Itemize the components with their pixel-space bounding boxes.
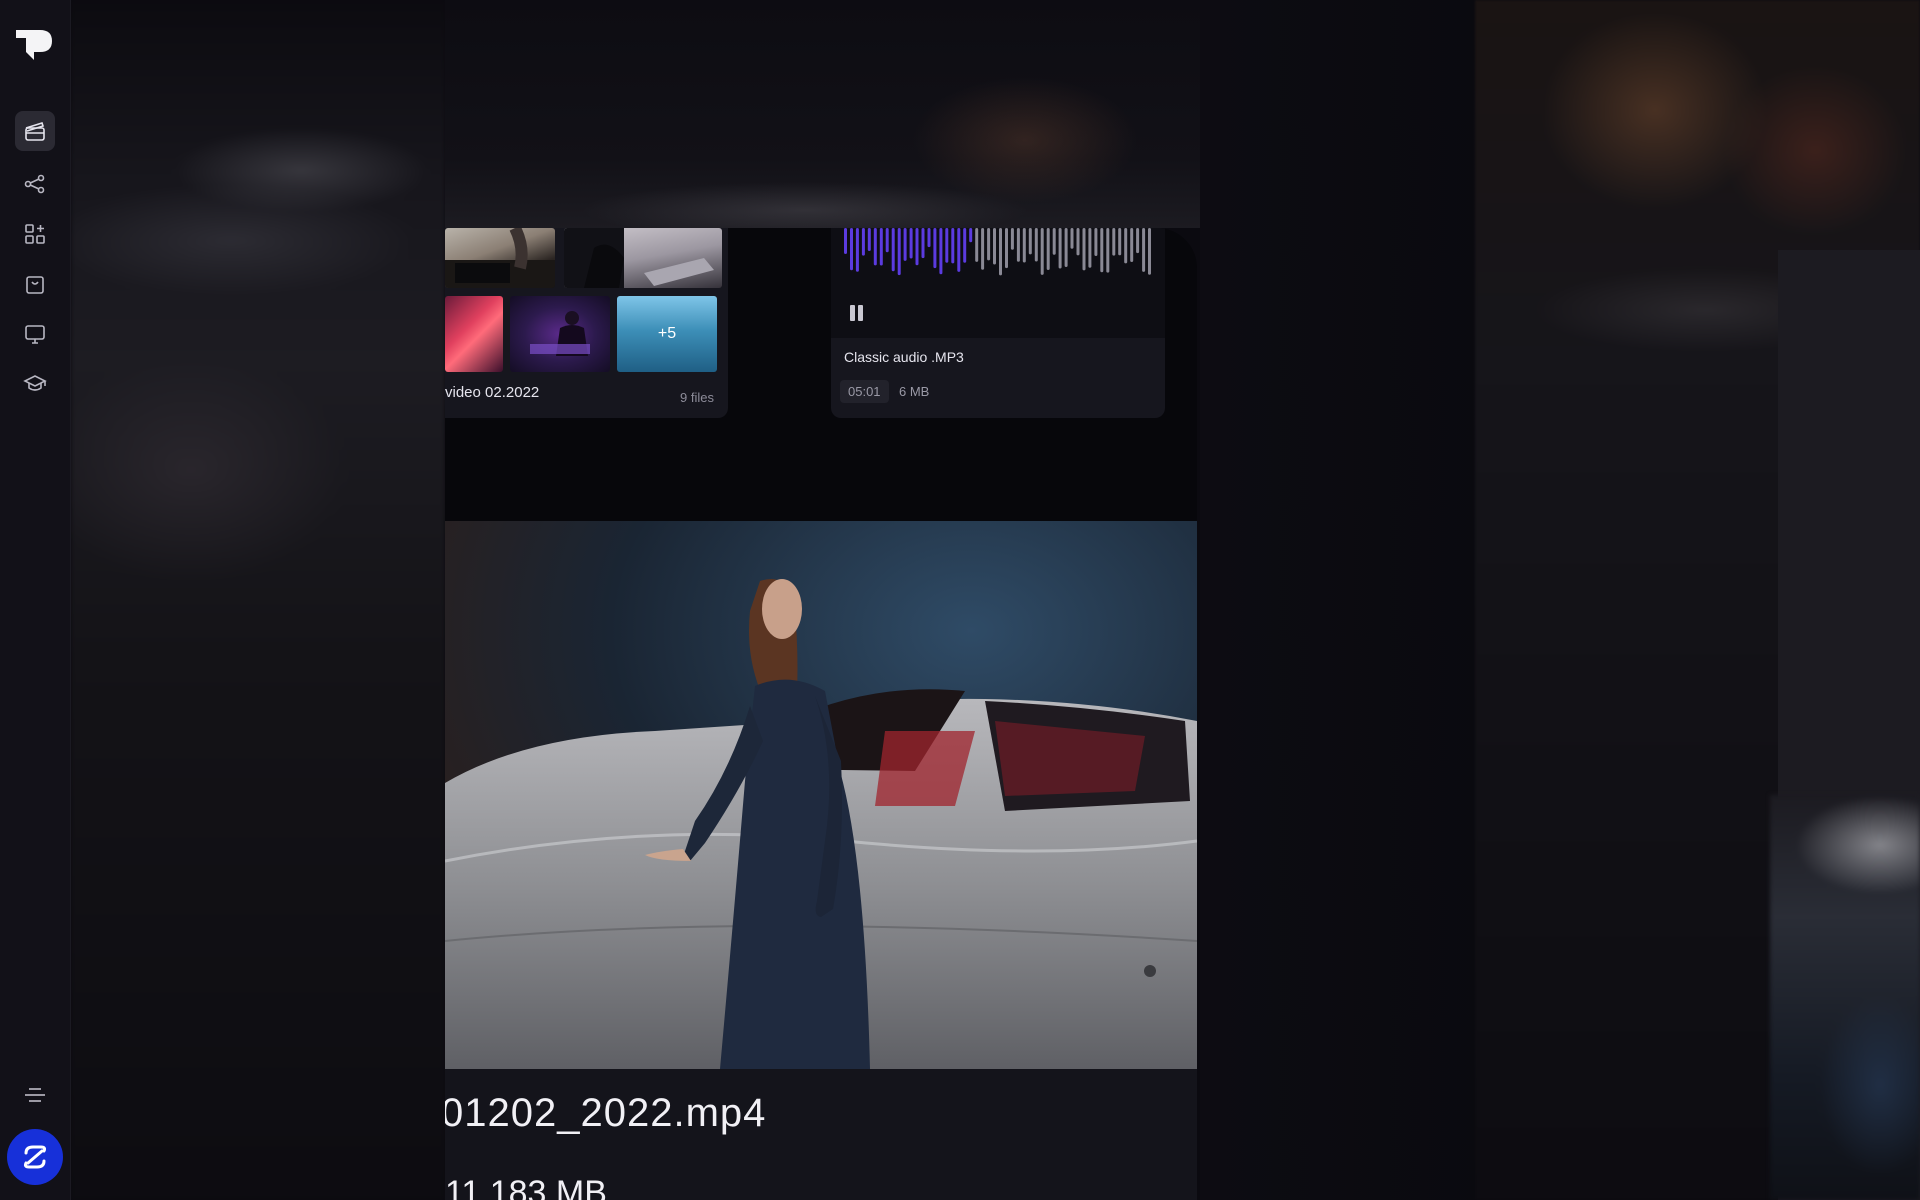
pause-button[interactable] (847, 303, 867, 323)
folder-card[interactable]: +5 video 02.2022 9 files (445, 228, 728, 418)
waveform-bar (844, 228, 847, 254)
waveform-bar (1058, 228, 1062, 269)
nav-item-display[interactable] (15, 314, 55, 354)
waveform-bar (999, 228, 1002, 276)
background-blur-top (445, 0, 1255, 228)
monitor-icon (25, 325, 45, 344)
waveform-bar (987, 228, 991, 261)
video-preview[interactable] (445, 521, 1197, 1069)
audio-card[interactable]: Classic audio .MP3 05:01 6 MB (831, 228, 1165, 418)
waveform-bar (897, 228, 901, 276)
waveform-bar (1010, 228, 1014, 250)
menu-lines-icon (25, 1088, 45, 1102)
waveform-bar (1124, 228, 1128, 264)
waveform-bar (1076, 228, 1080, 256)
waveform-bar (850, 228, 853, 271)
waveform-bar (867, 228, 871, 251)
video-info-panel: 01202_2022.mp4 11 183 MB (445, 1069, 1197, 1200)
waveform-bar (1118, 228, 1122, 256)
waveform-bar (939, 228, 943, 275)
waveform-bar (855, 228, 859, 272)
waveform-bar (1034, 228, 1038, 262)
waveform-bar (1016, 228, 1020, 262)
waveform-bar (963, 228, 967, 263)
waveform-bar (945, 228, 949, 263)
waveform-bar (1094, 228, 1098, 256)
waveform-bar (1130, 228, 1134, 262)
nav-item-shop[interactable] (15, 264, 55, 304)
audio-file-name: Classic audio .MP3 (844, 349, 964, 365)
waveform-bar (933, 228, 937, 269)
folder-thumbnail (445, 228, 555, 288)
waveform-bar (903, 228, 907, 261)
more-files-badge[interactable]: +5 (617, 296, 717, 372)
waveform-bar (879, 228, 883, 266)
folder-file-count: 9 files (680, 390, 714, 405)
waveform-bar (1148, 228, 1151, 275)
user-avatar-button[interactable] (7, 1129, 63, 1185)
sidebar (0, 0, 71, 1200)
waveform-bar (873, 228, 877, 266)
audio-size: 6 MB (899, 384, 930, 399)
waveform-bar (951, 228, 955, 264)
waveform-bar (1112, 228, 1116, 256)
waveform-bar (915, 228, 919, 266)
waveform-bar (1046, 228, 1050, 270)
graduation-cap-icon (23, 375, 47, 391)
audio-waveform (844, 228, 1151, 276)
nav-item-widgets[interactable] (15, 214, 55, 254)
menu-button[interactable] (20, 1083, 50, 1107)
nav-item-projects[interactable] (15, 111, 55, 151)
waveform-bar (1040, 228, 1044, 275)
waveform-bar (969, 228, 973, 243)
waveform-bar (1070, 228, 1074, 249)
audio-duration: 05:01 (840, 380, 889, 403)
waveform-bar (957, 228, 961, 272)
video-file-name: 01202_2022.mp4 (445, 1091, 767, 1135)
waveform-bar (909, 228, 913, 259)
waveform-bar (1022, 228, 1026, 263)
waveform-bar (993, 228, 996, 265)
nav-item-learn[interactable] (15, 364, 55, 404)
main-content-card: +5 video 02.2022 9 files Classic audio .… (445, 228, 1197, 1200)
waveform-bar (921, 228, 925, 259)
audio-waveform-area (831, 228, 1165, 338)
clapperboard-icon (25, 122, 45, 141)
waveform-bar (1142, 228, 1146, 272)
folder-name: video 02.2022 (445, 384, 540, 401)
video-thumbnail-image (445, 521, 1197, 1069)
waveform-bar (1082, 228, 1086, 271)
share-icon (24, 174, 45, 194)
waveform-bar (1064, 228, 1068, 267)
background-car-right (1770, 795, 1920, 1200)
waveform-bar (975, 228, 979, 262)
video-meta: 11 183 MB (445, 1174, 607, 1200)
waveform-bar (1005, 228, 1008, 269)
bag-icon (26, 276, 44, 294)
widgets-add-icon (25, 224, 45, 244)
background-blur-left (71, 0, 445, 1200)
background-dark-strip (1200, 0, 1500, 1200)
waveform-bar (1136, 228, 1140, 254)
waveform-bar (1028, 228, 1032, 255)
more-files-count: +5 (657, 325, 677, 342)
app-logo[interactable] (14, 26, 54, 66)
waveform-bar (981, 228, 985, 270)
waveform-bar (861, 228, 865, 256)
folder-thumbnail (564, 228, 722, 288)
folder-thumbnail (510, 296, 610, 372)
waveform-bar (1052, 228, 1056, 255)
folder-thumbnail (445, 296, 503, 372)
waveform-bar (927, 228, 931, 248)
pause-icon (850, 305, 863, 321)
waveform-bar (891, 228, 895, 272)
waveform-bar (1100, 228, 1104, 273)
waveform-bar (885, 228, 889, 253)
link-logo-icon (23, 1145, 47, 1169)
nav-item-share[interactable] (15, 164, 55, 204)
waveform-bar (1088, 228, 1092, 268)
waveform-bar (1106, 228, 1110, 273)
